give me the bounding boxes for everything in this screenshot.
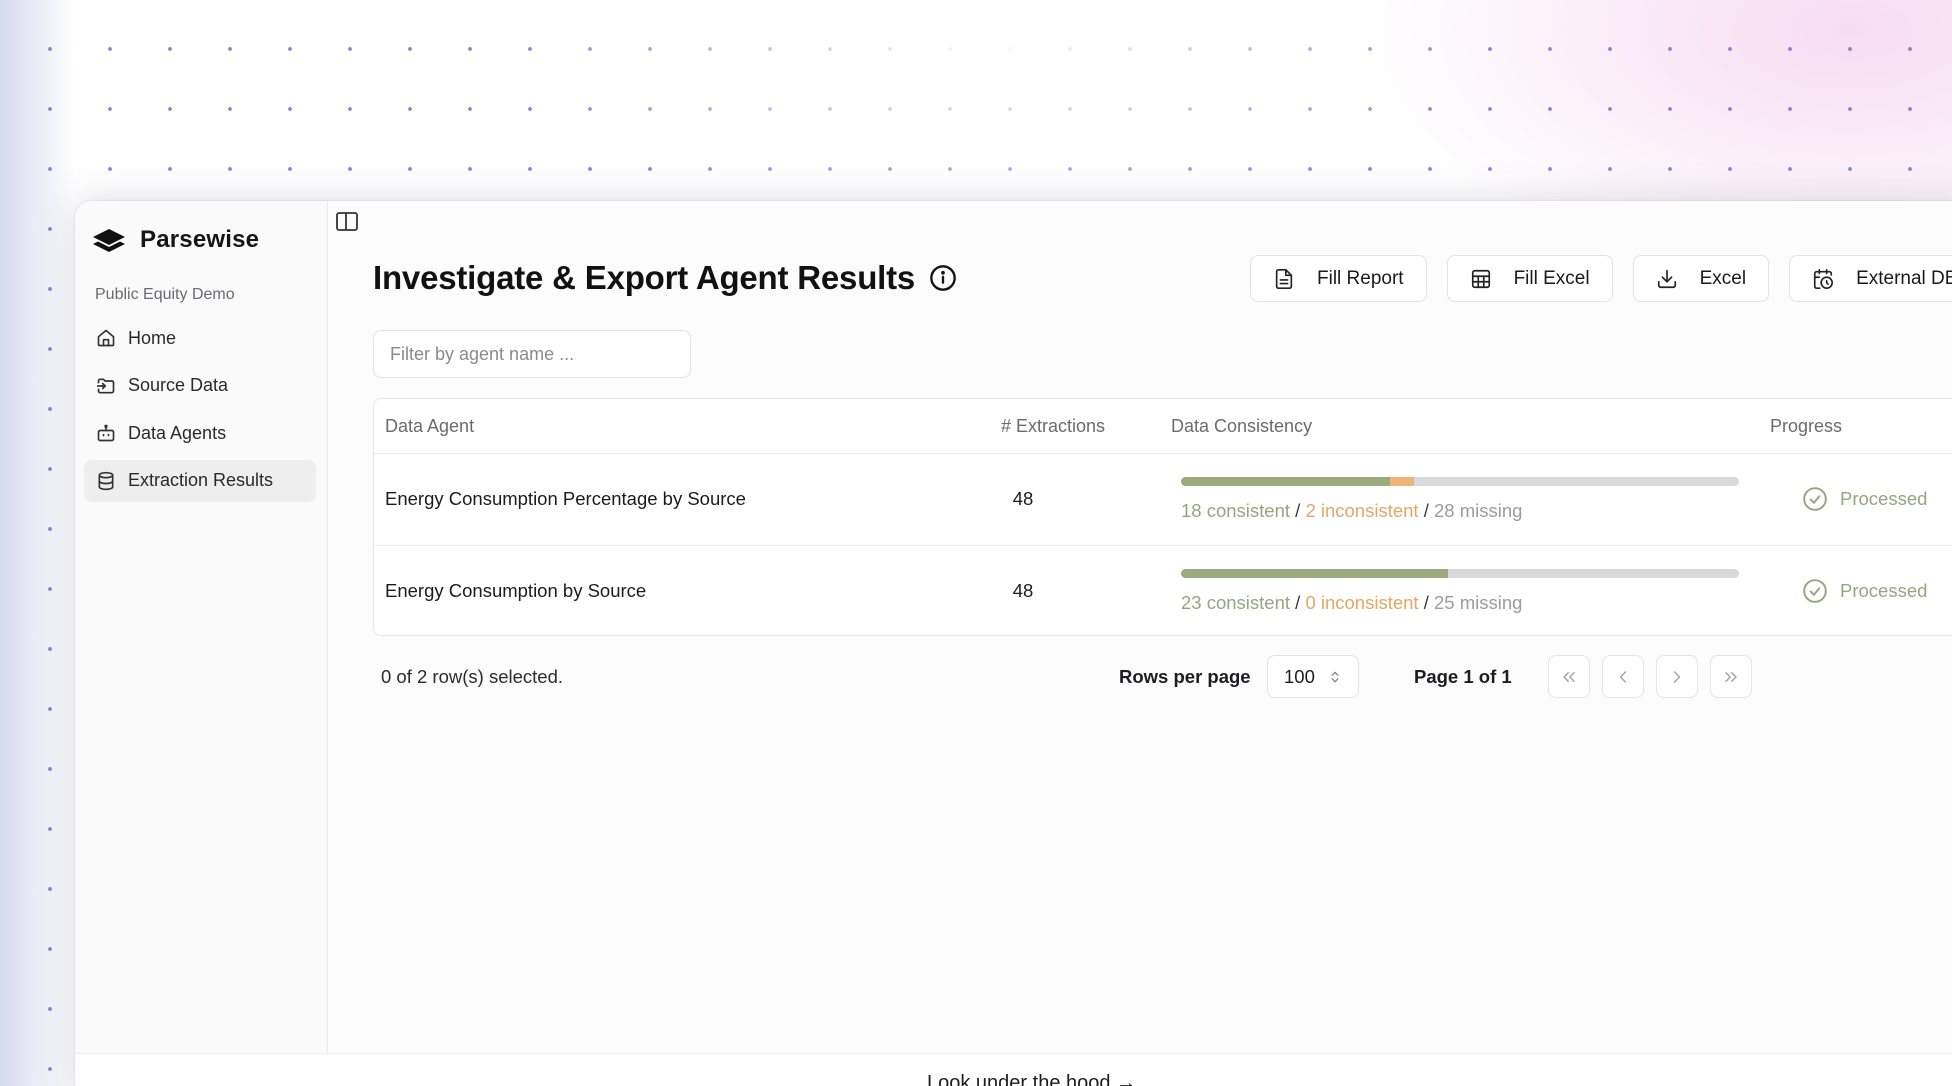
consistent-count: 18 consistent bbox=[1181, 500, 1291, 521]
consistency-summary: 23 consistent / 0 inconsistent / 25 miss… bbox=[1181, 592, 1522, 614]
chevron-left-icon bbox=[1619, 670, 1627, 683]
parsewise-logo-icon bbox=[93, 229, 125, 252]
bottom-bar: Look under the hood → bbox=[75, 1053, 1952, 1086]
sidebar-item-home[interactable]: Home bbox=[84, 317, 316, 359]
fill-excel-button[interactable]: Fill Excel bbox=[1446, 255, 1613, 302]
database-icon bbox=[96, 471, 116, 491]
consistent-count: 23 consistent bbox=[1181, 592, 1291, 613]
sidebar-item-extraction-results[interactable]: Extraction Results bbox=[84, 459, 316, 502]
sidebar-item-label: Source Data bbox=[128, 375, 229, 396]
separator: / bbox=[1295, 592, 1301, 613]
inconsistent-count: 2 inconsistent bbox=[1305, 500, 1419, 521]
sidebar: Parsewise Public Equity Demo Home Source… bbox=[75, 201, 328, 1053]
look-under-the-hood-link[interactable]: Look under the hood → bbox=[927, 1072, 1136, 1086]
sidebar-item-label: Home bbox=[128, 327, 177, 348]
sidebar-item-source-data[interactable]: Source Data bbox=[84, 365, 316, 407]
external-db-button[interactable]: External DB bbox=[1789, 255, 1952, 302]
consistency-bar bbox=[1181, 477, 1739, 486]
rows-per-page-label: Rows per page bbox=[1119, 666, 1251, 687]
app-window: Parsewise Public Equity Demo Home Source… bbox=[75, 201, 1952, 1086]
inconsistent-count: 0 inconsistent bbox=[1305, 592, 1419, 613]
sidebar-item-label: Data Agents bbox=[128, 422, 227, 443]
separator: / bbox=[1295, 500, 1301, 521]
consistent-segment bbox=[1181, 477, 1391, 486]
consistency-bar bbox=[1181, 569, 1739, 578]
chevron-right-icon bbox=[1673, 670, 1681, 683]
fill-report-label: Fill Report bbox=[1317, 267, 1404, 289]
separator: / bbox=[1423, 500, 1429, 521]
last-page-button[interactable] bbox=[1710, 655, 1752, 698]
rows-per-page-value: 100 bbox=[1284, 665, 1315, 687]
check-circle-icon bbox=[1803, 579, 1827, 603]
toolbar: Fill Report Fill Excel Excel External DB bbox=[1250, 255, 1952, 302]
sidebar-item-data-agents[interactable]: Data Agents bbox=[84, 412, 316, 454]
download-icon bbox=[1657, 269, 1676, 288]
previous-page-button[interactable] bbox=[1602, 655, 1644, 698]
missing-count: 25 missing bbox=[1433, 592, 1523, 613]
workspace-label: Public Equity Demo bbox=[95, 286, 235, 303]
fill-report-button[interactable]: Fill Report bbox=[1250, 255, 1427, 302]
next-page-button[interactable] bbox=[1656, 655, 1698, 698]
file-text-icon bbox=[1275, 268, 1293, 289]
extractions-cell: 48 bbox=[1012, 580, 1034, 601]
excel-download-button[interactable]: Excel bbox=[1632, 255, 1770, 302]
check-circle-icon bbox=[1803, 487, 1827, 511]
fill-excel-label: Fill Excel bbox=[1513, 267, 1590, 289]
folder-input-icon bbox=[96, 376, 116, 396]
info-icon[interactable] bbox=[929, 264, 957, 292]
brand[interactable]: Parsewise bbox=[90, 225, 259, 255]
backdrop-fade bbox=[0, 0, 1952, 200]
table-row[interactable]: Energy Consumption by Source 48 23 consi… bbox=[374, 545, 1952, 636]
main-content: Investigate & Export Agent Results Fill … bbox=[328, 201, 1952, 1086]
home-icon bbox=[96, 328, 116, 348]
column-header-data-consistency[interactable]: Data Consistency bbox=[1171, 416, 1312, 437]
calendar-clock-icon bbox=[1813, 268, 1834, 289]
extractions-cell: 48 bbox=[1012, 488, 1034, 509]
sidebar-item-label: Extraction Results bbox=[128, 470, 274, 491]
external-db-label: External DB bbox=[1856, 267, 1952, 289]
status-label: Processed bbox=[1840, 488, 1928, 509]
bot-icon bbox=[96, 423, 116, 443]
column-header-extractions[interactable]: # Extractions bbox=[1001, 416, 1105, 437]
agent-name-cell[interactable]: Energy Consumption by Source bbox=[385, 580, 646, 602]
chevrons-right-icon bbox=[1725, 671, 1737, 682]
results-table: Data Agent # Extractions Data Consistenc… bbox=[373, 398, 1952, 636]
status-label: Processed bbox=[1840, 580, 1928, 601]
table-row[interactable]: Energy Consumption Percentage by Source … bbox=[374, 454, 1952, 545]
selection-count: 0 of 2 row(s) selected. bbox=[381, 666, 563, 687]
brand-name: Parsewise bbox=[140, 226, 260, 253]
excel-label: Excel bbox=[1699, 267, 1747, 289]
page-indicator: Page 1 of 1 bbox=[1414, 666, 1512, 687]
table-header: Data Agent # Extractions Data Consistenc… bbox=[374, 399, 1952, 454]
rows-per-page-select[interactable]: 100 bbox=[1267, 655, 1359, 698]
status-badge: Processed bbox=[1802, 578, 1927, 604]
agent-filter-input[interactable] bbox=[373, 330, 691, 378]
first-page-button[interactable] bbox=[1548, 655, 1590, 698]
status-badge: Processed bbox=[1802, 486, 1927, 512]
page-title-text: Investigate & Export Agent Results bbox=[373, 259, 916, 296]
page-title: Investigate & Export Agent Results bbox=[373, 259, 957, 297]
consistent-segment bbox=[1181, 569, 1449, 578]
consistency-summary: 18 consistent / 2 inconsistent / 28 miss… bbox=[1181, 500, 1522, 522]
column-header-data-agent[interactable]: Data Agent bbox=[385, 416, 474, 437]
separator: / bbox=[1423, 592, 1429, 613]
table-footer: 0 of 2 row(s) selected. Rows per page 10… bbox=[381, 655, 1952, 699]
pager bbox=[1548, 655, 1752, 698]
inconsistent-segment bbox=[1390, 477, 1414, 486]
agent-name-cell[interactable]: Energy Consumption Percentage by Source bbox=[385, 488, 746, 510]
sidebar-nav: Home Source Data Data Agents Extraction … bbox=[84, 317, 316, 507]
missing-count: 28 missing bbox=[1433, 500, 1523, 521]
chevrons-left-icon bbox=[1563, 671, 1575, 682]
chevrons-up-down-icon bbox=[1331, 671, 1339, 682]
sheet-icon bbox=[1471, 269, 1490, 288]
column-header-progress[interactable]: Progress bbox=[1770, 416, 1842, 437]
